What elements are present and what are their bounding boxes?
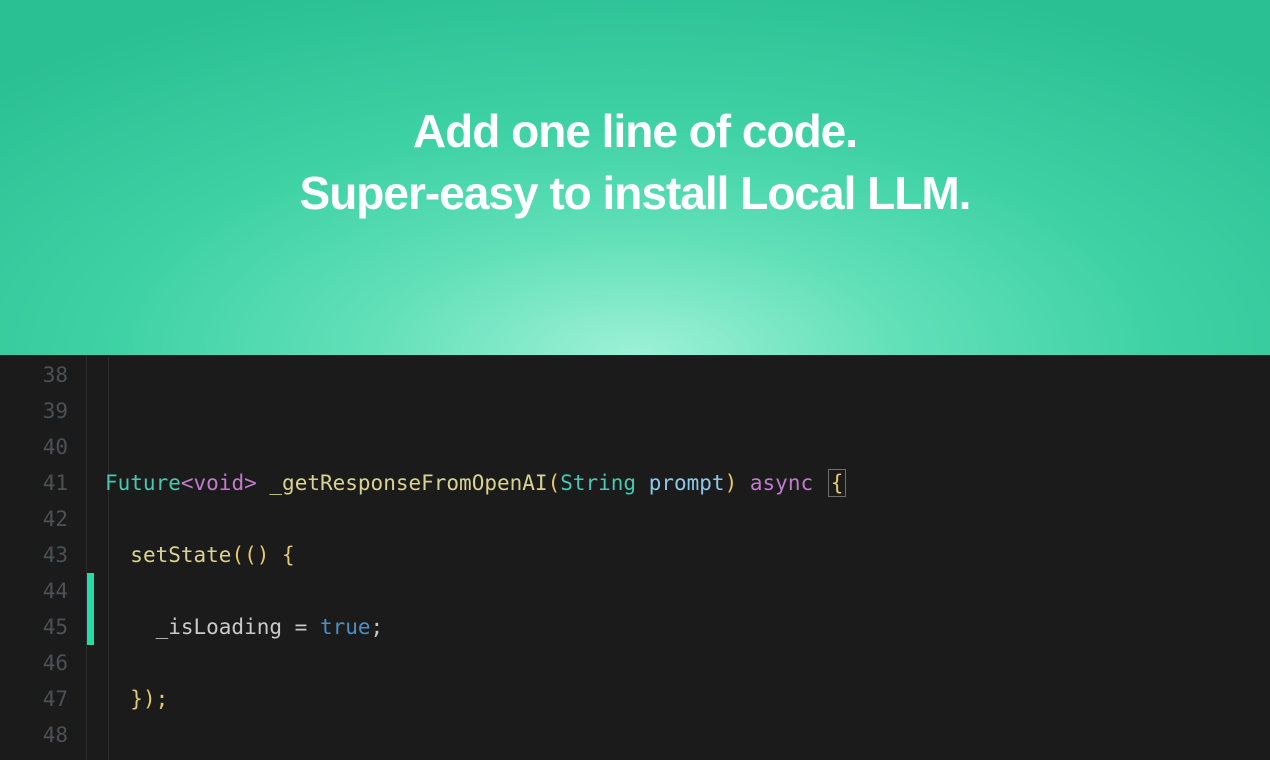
hero-banner: Add one line of code. Super-easy to inst… bbox=[0, 0, 1270, 355]
token-punc: (() { bbox=[231, 543, 294, 567]
token-type: String bbox=[560, 471, 636, 495]
token-keyword: async bbox=[737, 471, 826, 495]
code-editor[interactable]: 38 39 40 41 42 43 44 45 46 47 48 Future<… bbox=[0, 355, 1270, 760]
code-line[interactable]: Future<void> _getResponseFromOpenAI(Stri… bbox=[105, 465, 1270, 501]
code-line[interactable] bbox=[105, 753, 1270, 760]
code-content[interactable]: Future<void> _getResponseFromOpenAI(Stri… bbox=[105, 355, 1270, 760]
token-generic: < bbox=[181, 471, 194, 495]
token-function: _getResponseFromOpenAI bbox=[269, 471, 547, 495]
line-number: 46 bbox=[0, 645, 68, 681]
code-area[interactable]: Future<void> _getResponseFromOpenAI(Stri… bbox=[105, 355, 1270, 760]
line-number-gutter: 38 39 40 41 42 43 44 45 46 47 48 bbox=[0, 355, 86, 760]
token-punc: }); bbox=[130, 687, 168, 711]
diff-added-marker bbox=[87, 573, 94, 645]
token-generic: > bbox=[244, 471, 257, 495]
token-param: prompt bbox=[636, 471, 725, 495]
line-number: 42 bbox=[0, 501, 68, 537]
line-number: 40 bbox=[0, 429, 68, 465]
line-number: 47 bbox=[0, 681, 68, 717]
code-line[interactable] bbox=[105, 393, 1270, 429]
code-line[interactable]: }); bbox=[105, 681, 1270, 717]
token-function: setState bbox=[130, 543, 231, 567]
token-bool: true bbox=[320, 615, 371, 639]
line-number: 39 bbox=[0, 393, 68, 429]
hero-line-2: Super-easy to install Local LLM. bbox=[300, 167, 971, 219]
token-generic: void bbox=[194, 471, 245, 495]
line-number: 41 bbox=[0, 465, 68, 501]
token-brace-highlight: { bbox=[828, 469, 847, 497]
code-line[interactable]: setState(() { bbox=[105, 537, 1270, 573]
line-number: 38 bbox=[0, 357, 68, 393]
token-paren: ) bbox=[725, 471, 738, 495]
token-type: Future bbox=[105, 471, 181, 495]
gutter-ruler bbox=[86, 355, 87, 760]
code-line[interactable]: _isLoading = true; bbox=[105, 609, 1270, 645]
token-paren: ( bbox=[548, 471, 561, 495]
line-number: 48 bbox=[0, 717, 68, 753]
token-var: _isLoading bbox=[156, 615, 282, 639]
line-number: 45 bbox=[0, 609, 68, 645]
hero-line-1: Add one line of code. bbox=[413, 105, 857, 157]
line-number: 44 bbox=[0, 573, 68, 609]
line-number: 43 bbox=[0, 537, 68, 573]
hero-headline: Add one line of code. Super-easy to inst… bbox=[300, 100, 971, 224]
